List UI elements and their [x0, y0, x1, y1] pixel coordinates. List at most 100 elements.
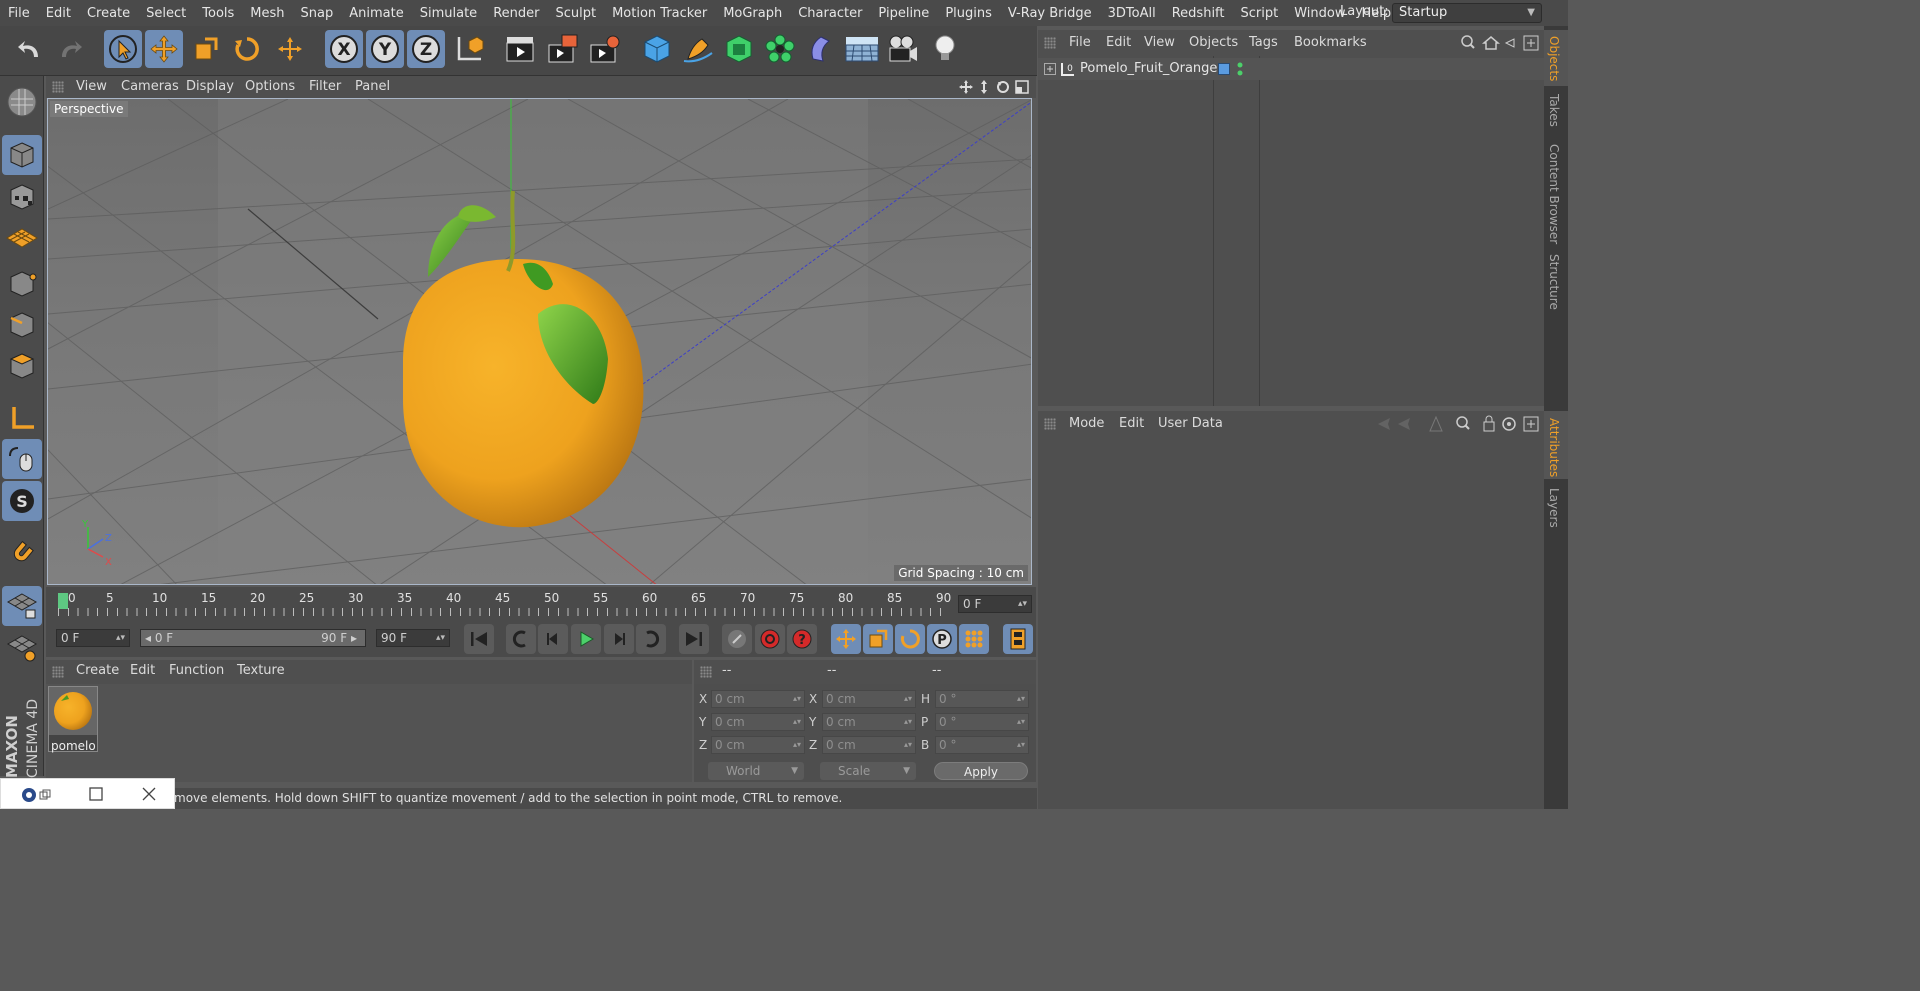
next-keyframe-button[interactable] [636, 624, 666, 654]
current-frame-field[interactable]: 0 F ▴▾ [958, 595, 1032, 613]
menu-pipeline[interactable]: Pipeline [870, 6, 937, 21]
add-environment-button[interactable] [843, 30, 881, 68]
viewport-menu-panel[interactable]: Panel [355, 79, 390, 94]
size-y-field[interactable]: 0 cm ▴▾ [822, 713, 916, 731]
snap-toggle-button[interactable] [2, 533, 42, 573]
workplane-grid-button[interactable] [2, 628, 42, 668]
panel-grip-icon[interactable] [52, 666, 64, 678]
menu-tools[interactable]: Tools [194, 6, 242, 21]
menu-vray-bridge[interactable]: V-Ray Bridge [1000, 6, 1100, 21]
material-menu-create[interactable]: Create [76, 663, 119, 678]
restore-window-icon[interactable] [39, 789, 51, 801]
tab-takes[interactable]: Takes [1547, 94, 1561, 127]
menu-file[interactable]: File [0, 6, 38, 21]
viewport-menu-display[interactable]: Display [186, 79, 234, 94]
timeline-ruler[interactable]: 0 5 10 15 20 25 30 35 40 45 50 55 60 65 … [46, 587, 1036, 621]
viewport-menu-options[interactable]: Options [245, 79, 295, 94]
end-frame-field[interactable]: 90 F ▴▾ [376, 629, 450, 647]
redo-button[interactable] [51, 30, 89, 68]
object-manager-tool-icons[interactable] [1460, 34, 1542, 52]
axis-mode-button[interactable] [2, 398, 42, 438]
material-menu-function[interactable]: Function [169, 663, 224, 678]
add-camera-button[interactable] [884, 30, 922, 68]
make-editable-button[interactable] [2, 82, 42, 122]
material-swatch[interactable]: pomelo [48, 686, 98, 753]
object-row-pomelo[interactable]: 0 Pomelo_Fruit_Orange [1038, 58, 1544, 80]
menu-redshift[interactable]: Redshift [1164, 6, 1233, 21]
record-keys-button[interactable] [722, 624, 752, 654]
object-name[interactable]: Pomelo_Fruit_Orange [1080, 61, 1217, 76]
go-to-start-button[interactable] [464, 624, 494, 654]
menu-mesh[interactable]: Mesh [242, 6, 292, 21]
viewport-navigation-icons[interactable] [958, 79, 1032, 95]
rotation-p-field[interactable]: 0 ° ▴▾ [935, 713, 1029, 731]
previous-frame-button[interactable] [538, 624, 568, 654]
position-x-field[interactable]: 0 cm ▴▾ [711, 690, 805, 708]
add-subdivision-button[interactable] [720, 30, 758, 68]
add-light-button[interactable] [926, 30, 964, 68]
workplane-lock-button[interactable] [2, 586, 42, 626]
x-axis-lock[interactable]: X [325, 30, 363, 68]
viewport-menu-view[interactable]: View [76, 79, 107, 94]
attributes-menu-mode[interactable]: Mode [1069, 416, 1104, 431]
go-to-end-button[interactable] [679, 624, 709, 654]
solo-mode-button[interactable]: S [2, 481, 42, 521]
start-frame-field[interactable]: 0 F ▴▾ [56, 629, 130, 647]
size-z-field[interactable]: 0 cm ▴▾ [822, 736, 916, 754]
record-rotation-button[interactable] [895, 624, 925, 654]
menu-motion-tracker[interactable]: Motion Tracker [604, 6, 715, 21]
record-point-level-button[interactable] [959, 624, 989, 654]
record-position-button[interactable] [831, 624, 861, 654]
menu-snap[interactable]: Snap [293, 6, 342, 21]
tab-attributes[interactable]: Attributes [1547, 418, 1561, 477]
visibility-dots-icon[interactable] [1236, 61, 1244, 77]
edge-mode-button[interactable] [2, 305, 42, 345]
panel-grip-icon[interactable] [700, 666, 712, 678]
layout-select[interactable]: Startup ▼ [1392, 3, 1542, 23]
material-menu-texture[interactable]: Texture [237, 663, 285, 678]
undo-button[interactable] [11, 30, 49, 68]
recent-tool[interactable] [271, 30, 309, 68]
menu-script[interactable]: Script [1233, 6, 1287, 21]
rotate-tool[interactable] [228, 30, 266, 68]
render-settings-button[interactable] [586, 30, 624, 68]
maximize-icon[interactable] [89, 787, 103, 801]
y-axis-lock[interactable]: Y [366, 30, 404, 68]
rotation-h-field[interactable]: 0 ° ▴▾ [935, 690, 1029, 708]
perspective-viewport[interactable]: Y Z X Perspective Grid Spacing : 10 cm [47, 98, 1032, 585]
panel-grip-icon[interactable] [1044, 37, 1056, 49]
size-mode-dropdown[interactable]: Scale ▼ [820, 762, 916, 780]
objects-menu-bookmarks[interactable]: Bookmarks [1294, 35, 1367, 50]
panel-grip-icon[interactable] [1044, 418, 1056, 430]
size-x-field[interactable]: 0 cm ▴▾ [822, 690, 916, 708]
live-selection-tool[interactable] [104, 30, 142, 68]
z-axis-lock[interactable]: Z [407, 30, 445, 68]
viewport-menu-cameras[interactable]: Cameras [121, 79, 179, 94]
workplane-mode-button[interactable] [2, 219, 42, 259]
attributes-menu-user-data[interactable]: User Data [1158, 416, 1223, 431]
attributes-menu-edit[interactable]: Edit [1119, 416, 1144, 431]
menu-mograph[interactable]: MoGraph [715, 6, 790, 21]
objects-menu-tags[interactable]: Tags [1249, 35, 1278, 50]
add-mograph-cloner-button[interactable] [761, 30, 799, 68]
point-mode-button[interactable] [2, 264, 42, 304]
record-scale-button[interactable] [863, 624, 893, 654]
render-to-picture-viewer-button[interactable] [544, 30, 582, 68]
menu-select[interactable]: Select [138, 6, 194, 21]
coordinate-mode-dropdown[interactable]: World ▼ [708, 762, 804, 780]
menu-simulate[interactable]: Simulate [412, 6, 485, 21]
play-forward-button[interactable] [571, 624, 601, 654]
texture-mode-button[interactable] [2, 177, 42, 217]
render-view-button[interactable] [502, 30, 540, 68]
position-z-field[interactable]: 0 cm ▴▾ [711, 736, 805, 754]
polygon-mode-button[interactable] [2, 346, 42, 386]
scale-tool[interactable] [187, 30, 225, 68]
objects-menu-edit[interactable]: Edit [1106, 35, 1131, 50]
tab-structure[interactable]: Structure [1547, 254, 1561, 310]
position-y-field[interactable]: 0 cm ▴▾ [711, 713, 805, 731]
menu-edit[interactable]: Edit [38, 6, 79, 21]
menu-sculpt[interactable]: Sculpt [547, 6, 604, 21]
cinema4d-app-icon[interactable] [21, 787, 37, 803]
add-cube-button[interactable] [638, 30, 676, 68]
close-icon[interactable] [142, 787, 156, 801]
